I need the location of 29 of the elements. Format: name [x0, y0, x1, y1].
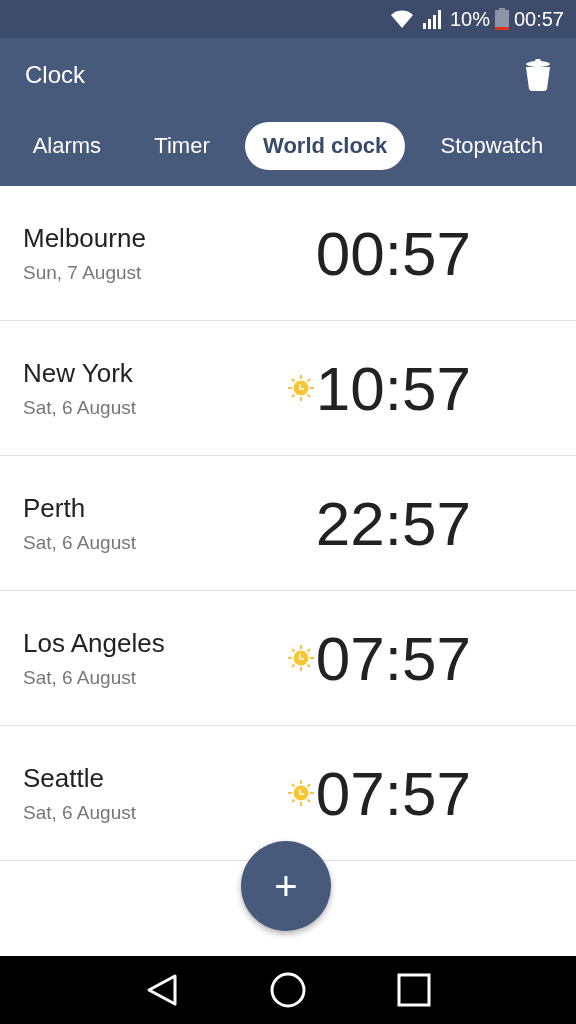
city-name: Los Angeles: [23, 627, 165, 659]
tab[interactable]: Timer: [136, 122, 228, 170]
city-time: 10:57: [315, 352, 471, 424]
city-date: Sat, 6 August: [23, 396, 137, 419]
wifi-icon: [389, 9, 414, 29]
battery-percent: 10%: [449, 7, 490, 31]
city-time: 22:57: [315, 487, 471, 559]
delete-icon[interactable]: [525, 59, 551, 91]
city-time: 07:57: [315, 622, 471, 694]
city-date: Sat, 6 August: [23, 531, 137, 554]
city-time: 00:57: [315, 217, 471, 289]
battery-icon: [494, 8, 509, 30]
recents-icon[interactable]: [396, 973, 431, 1007]
tab[interactable]: Alarms: [14, 122, 120, 170]
city-time: 07:57: [315, 757, 471, 829]
city-date: Sun, 7 August: [23, 261, 143, 284]
city-name: Seattle: [23, 762, 105, 794]
city-name: Perth: [23, 492, 87, 524]
add-button[interactable]: +: [241, 841, 331, 931]
city-name: New York: [23, 357, 134, 389]
app-title: Clock: [25, 61, 85, 89]
tab[interactable]: World clock: [245, 122, 406, 170]
city-name: Melbourne: [23, 222, 146, 254]
status-time: 00:57: [513, 7, 564, 31]
city-date: Sat, 6 August: [23, 801, 137, 824]
home-icon[interactable]: [270, 972, 306, 1008]
tab[interactable]: Stopwatch: [422, 122, 562, 170]
back-icon[interactable]: [145, 973, 180, 1007]
city-date: Sat, 6 August: [23, 666, 138, 689]
